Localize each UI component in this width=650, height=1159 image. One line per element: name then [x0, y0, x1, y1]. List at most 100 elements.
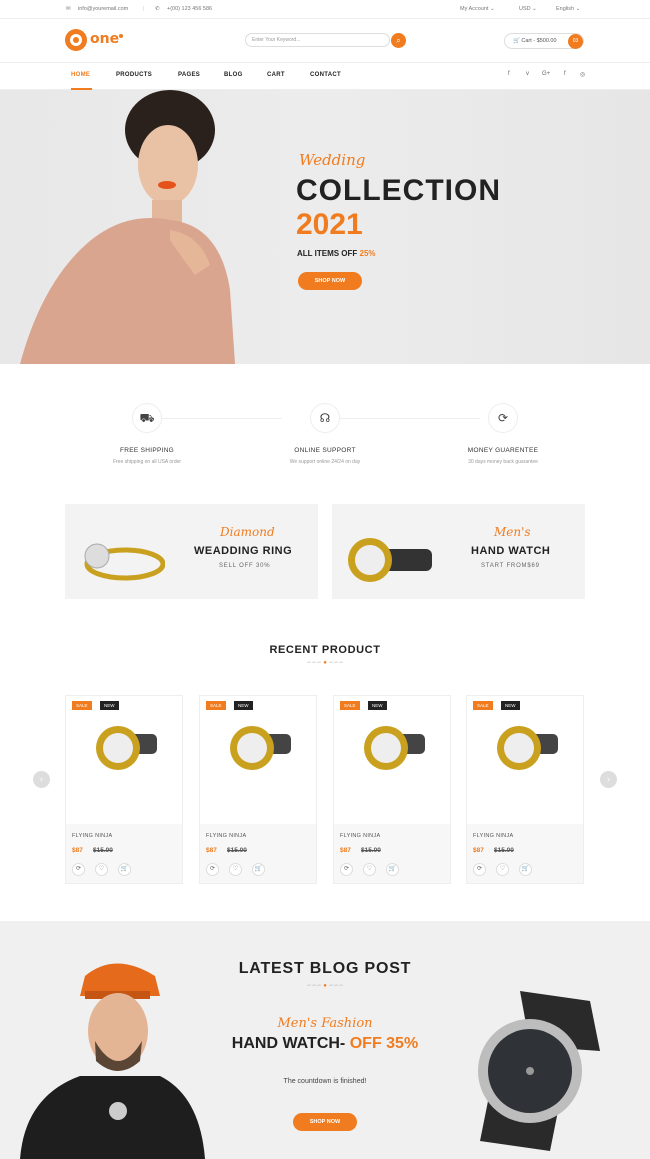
- product-price: $87: [72, 847, 83, 854]
- nav-contact[interactable]: CONTACT: [310, 72, 341, 78]
- chevron-left-icon: ‹: [40, 774, 43, 784]
- product-name[interactable]: FLYING NINJA: [72, 833, 112, 839]
- watch-image: [96, 726, 157, 770]
- search-input[interactable]: Enter Your Keyword...: [245, 33, 390, 47]
- my-account-label: My Account: [460, 6, 489, 12]
- sale-badge: SALE: [72, 701, 92, 710]
- nav-products[interactable]: PRODUCTS: [116, 72, 152, 78]
- compare-icon[interactable]: ⟳: [473, 863, 486, 876]
- facebook-icon-2[interactable]: f: [564, 71, 566, 77]
- watch-image: [348, 538, 432, 582]
- feature-title: MONEY GUARENTEE: [467, 447, 539, 454]
- product-image: [467, 696, 583, 824]
- blog-heading: LATEST BLOG POST: [238, 960, 412, 977]
- my-account-dropdown[interactable]: My Account ⌄: [460, 6, 495, 12]
- banner-subtitle: SELL OFF 30%: [219, 563, 271, 569]
- nav-blog[interactable]: BLOG: [224, 72, 243, 78]
- wishlist-icon[interactable]: ♡: [229, 863, 242, 876]
- product-card[interactable]: SALE NEW FLYING NINJA $87 $15.00 ⟳ ♡ 🛒: [333, 695, 451, 884]
- new-badge: NEW: [234, 701, 253, 710]
- logo-text[interactable]: one: [90, 31, 119, 47]
- watch-image: [497, 726, 558, 770]
- carousel-prev-button[interactable]: ‹: [33, 771, 50, 788]
- large-watch-image: [478, 991, 600, 1151]
- vimeo-icon[interactable]: v: [526, 71, 529, 77]
- google-plus-icon[interactable]: G+: [542, 71, 550, 77]
- add-to-cart-icon[interactable]: 🛒: [386, 863, 399, 876]
- new-badge: NEW: [368, 701, 387, 710]
- hero-subtitle: ALL ITEMS OFF 25%: [297, 249, 376, 258]
- product-card[interactable]: SALE NEW FLYING NINJA $87 $15.00 ⟳ ♡ 🛒: [65, 695, 183, 884]
- new-badge: NEW: [100, 701, 119, 710]
- product-old-price: $15.00: [93, 847, 113, 854]
- add-to-cart-icon[interactable]: 🛒: [118, 863, 131, 876]
- product-info: FLYING NINJA $87 $15.00 ⟳ ♡ 🛒: [467, 824, 583, 883]
- wishlist-icon[interactable]: ♡: [95, 863, 108, 876]
- hero-title: COLLECTION: [296, 174, 501, 207]
- phone-icon: ✆: [155, 6, 160, 12]
- site-header: one Enter Your Keyword... ⌕ 🛒 Cart - $50…: [0, 19, 650, 63]
- product-old-price: $15.00: [494, 847, 514, 854]
- language-label: English: [556, 6, 575, 12]
- add-to-cart-icon[interactable]: 🛒: [252, 863, 265, 876]
- carousel-next-button[interactable]: ›: [600, 771, 617, 788]
- currency-dropdown[interactable]: USD ⌄: [519, 6, 537, 12]
- sale-badge: SALE: [206, 701, 226, 710]
- product-info: FLYING NINJA $87 $15.00 ⟳ ♡ 🛒: [66, 824, 182, 883]
- blog-title-accent: OFF 35%: [349, 1035, 419, 1052]
- compare-icon[interactable]: ⟳: [340, 863, 353, 876]
- watch-image: [364, 726, 425, 770]
- ring-image: [84, 543, 165, 581]
- sale-badge: SALE: [340, 701, 360, 710]
- hero-shop-now-button[interactable]: SHOP NOW: [298, 272, 362, 290]
- product-image: [334, 696, 450, 824]
- wishlist-icon[interactable]: ♡: [496, 863, 509, 876]
- nav-home[interactable]: HOME: [71, 72, 90, 78]
- hero-year: 2021: [296, 208, 363, 241]
- feature-subtitle: We support online 24/24 on day: [289, 459, 361, 465]
- nav-cart[interactable]: CART: [267, 72, 285, 78]
- email-link[interactable]: info@youremail.com: [78, 6, 128, 12]
- currency-label: USD: [519, 6, 531, 12]
- logo-icon[interactable]: [65, 29, 87, 51]
- product-old-price: $15.00: [361, 847, 381, 854]
- blog-shop-now-button[interactable]: SHOP NOW: [293, 1113, 357, 1131]
- promo-banner-watch[interactable]: Men's HAND WATCH START FROM$69: [332, 504, 585, 599]
- language-dropdown[interactable]: English ⌄: [556, 6, 580, 12]
- product-card[interactable]: SALE NEW FLYING NINJA $87 $15.00 ⟳ ♡ 🛒: [466, 695, 584, 884]
- chevron-right-icon: ›: [607, 774, 610, 784]
- wishlist-icon[interactable]: ♡: [363, 863, 376, 876]
- banner-script: Men's: [494, 525, 531, 539]
- product-name[interactable]: FLYING NINJA: [473, 833, 513, 839]
- product-card[interactable]: SALE NEW FLYING NINJA $87 $15.00 ⟳ ♡ 🛒: [199, 695, 317, 884]
- facebook-icon[interactable]: f: [508, 71, 510, 77]
- phone-link[interactable]: +(00) 123 456 586: [167, 6, 212, 12]
- heading-ornament: ∽∽∽ ● ∽∽∽: [306, 660, 344, 666]
- banner-subtitle: START FROM$69: [481, 563, 540, 569]
- blog-title-prefix: HAND WATCH-: [231, 1035, 346, 1052]
- banner-script: Diamond: [220, 525, 275, 539]
- banner-title: WEADDING RING: [194, 545, 293, 557]
- search-button[interactable]: ⌕: [391, 33, 406, 48]
- add-to-cart-icon[interactable]: 🛒: [519, 863, 532, 876]
- hero-script-text: Wedding: [299, 151, 366, 169]
- compare-icon[interactable]: ⟳: [72, 863, 85, 876]
- refresh-icon: ⟳: [488, 403, 518, 433]
- search-icon: ⌕: [396, 36, 401, 45]
- feature-divider: [340, 418, 480, 419]
- feature-subtitle: Free shipping on all USA order: [112, 459, 182, 465]
- compare-icon[interactable]: ⟳: [206, 863, 219, 876]
- product-name[interactable]: FLYING NINJA: [206, 833, 246, 839]
- feature-subtitle: 30 days money back guarantee: [468, 459, 538, 465]
- feature-divider: [162, 418, 282, 419]
- blog-model-image: [20, 963, 205, 1159]
- new-badge: NEW: [501, 701, 520, 710]
- truck-icon: ⛟: [132, 403, 162, 433]
- hero-subtitle-value: 25%: [359, 249, 376, 258]
- cart-count-badge: 03: [568, 34, 583, 49]
- nav-pages[interactable]: PAGES: [178, 72, 200, 78]
- instagram-icon[interactable]: ◎: [580, 71, 585, 78]
- sale-badge: SALE: [473, 701, 493, 710]
- promo-banner-ring[interactable]: Diamond WEADDING RING SELL OFF 30%: [65, 504, 318, 599]
- product-name[interactable]: FLYING NINJA: [340, 833, 380, 839]
